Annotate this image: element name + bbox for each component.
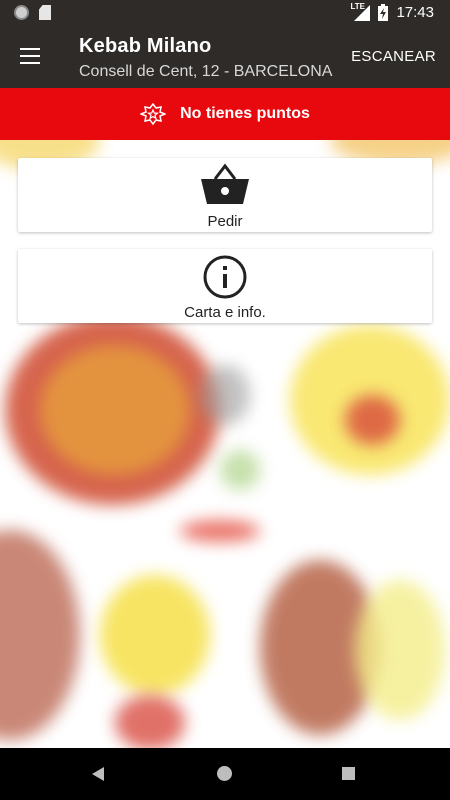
menu-info-card[interactable]: Carta e info. <box>18 249 432 323</box>
status-bar: LTE 17:43 <box>0 0 450 26</box>
restaurant-name: Kebab Milano <box>79 35 212 57</box>
recent-apps-icon[interactable] <box>342 767 355 780</box>
status-system: LTE 17:43 <box>350 1 434 21</box>
network-type-label: LTE <box>350 1 365 11</box>
restaurant-address: Consell de Cent, 12 - BARCELONA <box>79 63 333 80</box>
points-banner: No tienes puntos <box>0 88 450 140</box>
sd-card-icon <box>39 5 51 20</box>
status-time: 17:43 <box>396 4 434 21</box>
hamburger-menu-icon[interactable] <box>20 48 40 64</box>
system-nav-bar <box>0 748 450 800</box>
star-badge-icon <box>140 103 167 125</box>
shopping-basket-icon <box>201 163 249 204</box>
scan-button[interactable]: ESCANEAR <box>351 48 436 65</box>
back-icon[interactable] <box>92 767 104 781</box>
status-notifications <box>14 5 51 20</box>
points-status-text: No tienes puntos <box>180 105 310 122</box>
info-circle-icon <box>203 255 247 299</box>
order-label: Pedir <box>207 213 243 230</box>
order-card[interactable]: Pedir <box>18 158 432 232</box>
app-bar: Kebab Milano Consell de Cent, 12 - BARCE… <box>0 26 450 88</box>
battery-charging-icon <box>378 4 389 21</box>
menu-info-label: Carta e info. <box>184 304 266 321</box>
lte-signal-icon: LTE <box>350 1 371 21</box>
home-icon[interactable] <box>217 766 232 781</box>
notification-dot-icon <box>14 5 29 20</box>
